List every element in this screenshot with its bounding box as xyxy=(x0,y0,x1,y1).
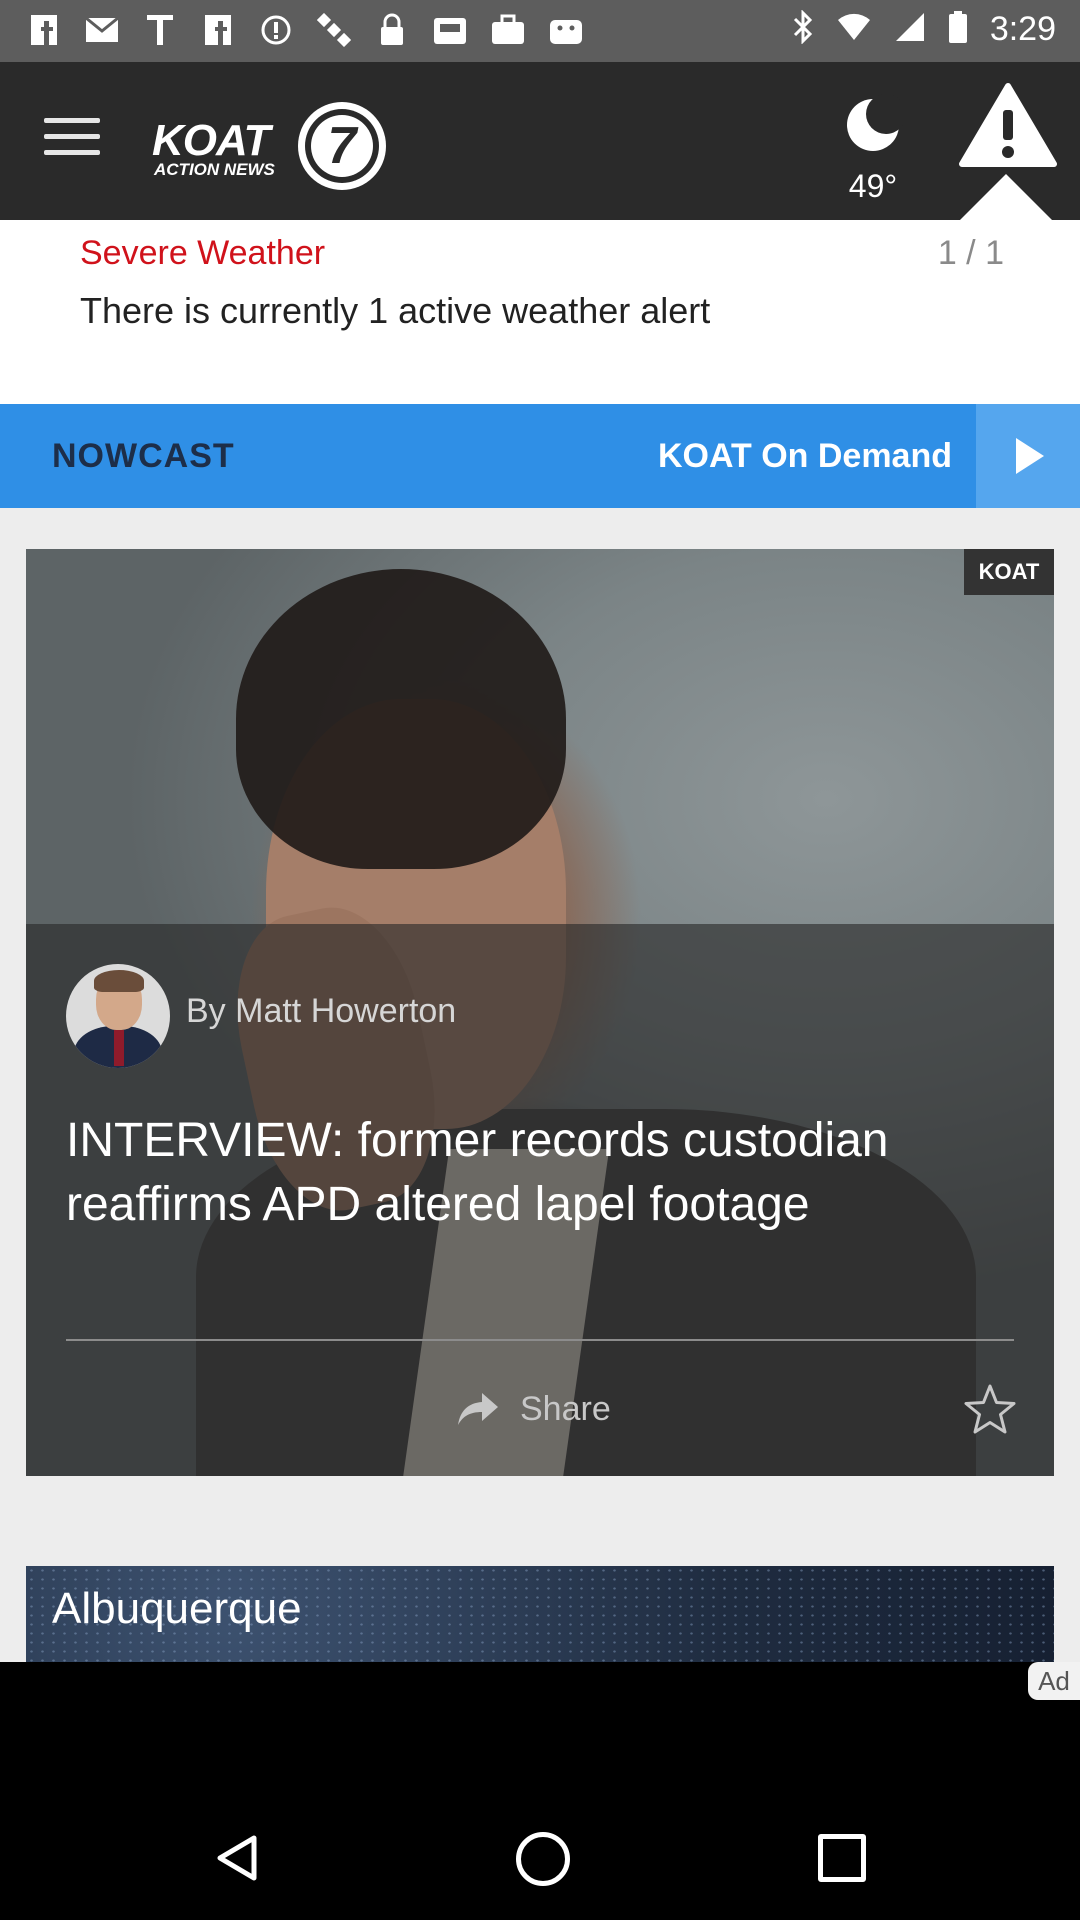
text-icon xyxy=(142,12,178,48)
ad-badge: Ad xyxy=(1028,1662,1080,1700)
system-icons: 3:29 xyxy=(792,9,1056,49)
wifi-icon xyxy=(836,12,872,47)
inbox-icon xyxy=(432,12,468,48)
logo-tagline: ACTION NEWS xyxy=(154,160,275,179)
screen: 3:29 KOAT ACTION NEWS 7 49° Severe Weath… xyxy=(0,0,1080,1920)
author-avatar[interactable] xyxy=(66,964,170,1068)
battery-icon xyxy=(948,10,968,49)
play-icon xyxy=(1016,438,1044,474)
android-icon xyxy=(548,12,584,48)
system-nav-bar xyxy=(0,1794,1080,1920)
story-headline[interactable]: INTERVIEW: former records custodian reaf… xyxy=(66,1109,996,1237)
photo-hair xyxy=(236,569,566,869)
play-button[interactable] xyxy=(976,404,1080,508)
home-icon[interactable] xyxy=(516,1832,570,1886)
satellite-icon xyxy=(316,12,352,48)
hamburger-line xyxy=(44,150,100,155)
divider xyxy=(66,1339,1014,1341)
share-button[interactable]: Share xyxy=(456,1384,611,1434)
next-story-card[interactable]: Albuquerque xyxy=(26,1566,1054,1662)
story-overlay: By Matt Howerton INTERVIEW: former recor… xyxy=(26,924,1054,1476)
gmail-icon xyxy=(84,12,120,48)
logo-seven-badge: 7 xyxy=(298,102,386,190)
hamburger-line xyxy=(44,134,100,139)
warning-triangle-icon xyxy=(959,83,1057,167)
video-nav-strip: NOWCAST KOAT On Demand xyxy=(0,404,1080,508)
logo-number: 7 xyxy=(311,115,373,177)
koat-logo[interactable]: KOAT ACTION NEWS 7 xyxy=(148,96,398,196)
notification-icons xyxy=(26,12,584,48)
alert-message: There is currently 1 active weather aler… xyxy=(80,290,711,331)
story-card[interactable]: KOAT By Matt Howerton INTERVIEW: former … xyxy=(26,549,1054,1476)
signal-icon xyxy=(894,11,926,48)
share-icon xyxy=(458,1393,498,1425)
weather-alert-panel[interactable]: Severe Weather 1 / 1 There is currently … xyxy=(0,220,1080,404)
alert-circle-icon xyxy=(258,12,294,48)
source-badge: KOAT xyxy=(964,549,1054,595)
back-icon[interactable] xyxy=(214,1834,258,1887)
nowcast-link[interactable]: NOWCAST xyxy=(52,404,235,508)
briefcase-icon xyxy=(490,12,526,48)
recents-icon[interactable] xyxy=(818,1834,866,1882)
clock: 3:29 xyxy=(989,10,1056,48)
moon-icon xyxy=(847,94,906,151)
facebook-icon xyxy=(200,12,236,48)
alert-title: Severe Weather xyxy=(80,234,326,272)
avatar-tie xyxy=(114,1030,124,1066)
weather-widget[interactable]: 49° xyxy=(828,90,918,210)
favorite-star-icon[interactable] xyxy=(962,1382,1018,1438)
menu-button[interactable] xyxy=(44,118,100,164)
app-header: KOAT ACTION NEWS 7 49° xyxy=(0,62,1080,220)
temperature: 49° xyxy=(848,168,898,204)
hamburger-icon xyxy=(44,118,100,123)
status-bar: 3:29 xyxy=(0,0,1080,62)
logo-call-letters: KOAT xyxy=(152,116,270,165)
share-label: Share xyxy=(520,1389,611,1428)
avatar-hair xyxy=(94,970,144,992)
logo-ring: 7 xyxy=(305,109,379,183)
on-demand-link[interactable]: KOAT On Demand xyxy=(658,404,952,508)
alert-pointer xyxy=(960,174,1052,220)
author-byline[interactable]: By Matt Howerton xyxy=(186,992,456,1031)
facebook-icon xyxy=(26,12,62,48)
ad-banner[interactable]: Ad xyxy=(0,1662,1080,1794)
alert-count: 1 / 1 xyxy=(937,234,1004,272)
next-story-title: Albuquerque xyxy=(52,1584,302,1633)
lock-icon xyxy=(374,12,410,48)
bluetooth-icon xyxy=(792,9,814,49)
